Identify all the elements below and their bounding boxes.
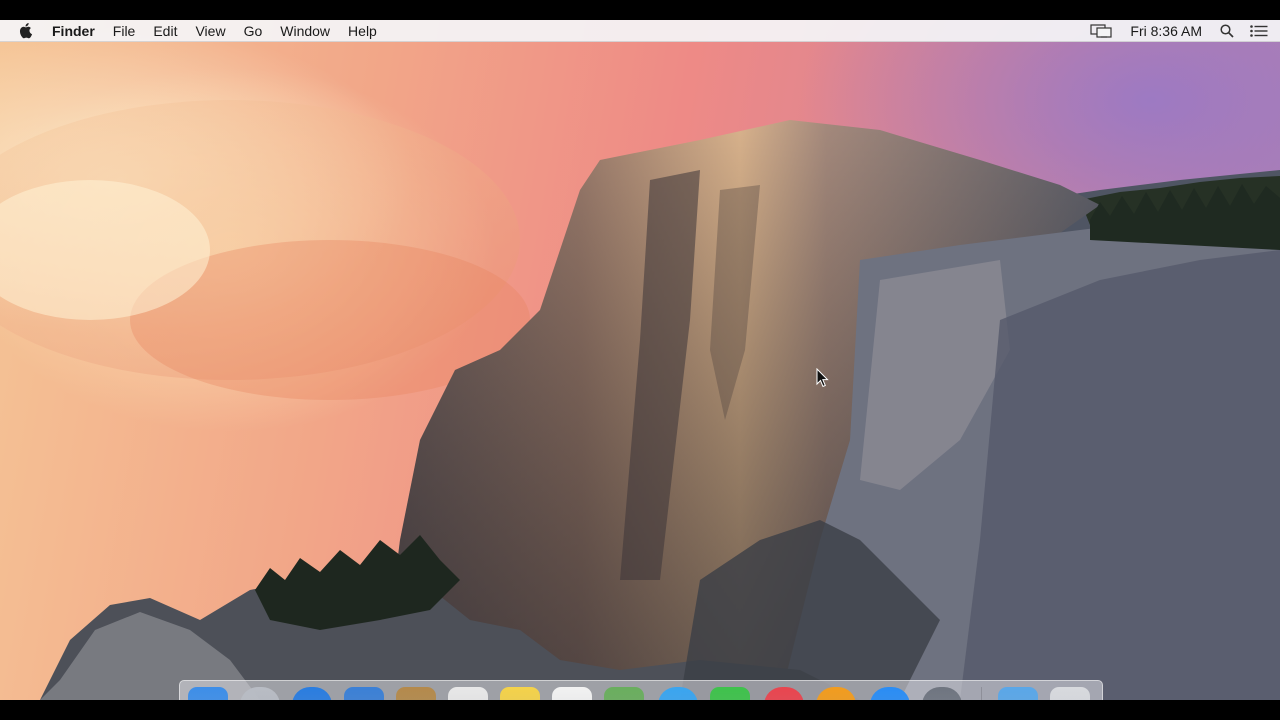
menu-go[interactable]: Go bbox=[235, 20, 272, 42]
letterbox-bottom bbox=[0, 700, 1280, 720]
menu-bar: Finder File Edit View Go Window Help Fri… bbox=[0, 20, 1280, 42]
notification-center-icon[interactable] bbox=[1242, 20, 1280, 42]
menu-window[interactable]: Window bbox=[271, 20, 339, 42]
menubar-status-area: Fri 8:36 AM bbox=[1082, 20, 1280, 42]
mouse-cursor-icon bbox=[816, 367, 830, 388]
menu-file[interactable]: File bbox=[104, 20, 145, 42]
apple-icon[interactable] bbox=[12, 22, 40, 39]
menubar-clock[interactable]: Fri 8:36 AM bbox=[1120, 20, 1212, 42]
menu-view[interactable]: View bbox=[186, 20, 234, 42]
desktop-wallpaper[interactable] bbox=[0, 20, 1280, 700]
menu-app-finder[interactable]: Finder bbox=[40, 20, 104, 42]
wallpaper-mountain-scene bbox=[0, 100, 1280, 700]
letterbox-top bbox=[0, 0, 1280, 20]
display-mirroring-icon[interactable] bbox=[1082, 20, 1120, 42]
menu-help[interactable]: Help bbox=[339, 20, 386, 42]
menu-edit[interactable]: Edit bbox=[144, 20, 186, 42]
spotlight-search-icon[interactable] bbox=[1212, 20, 1242, 42]
